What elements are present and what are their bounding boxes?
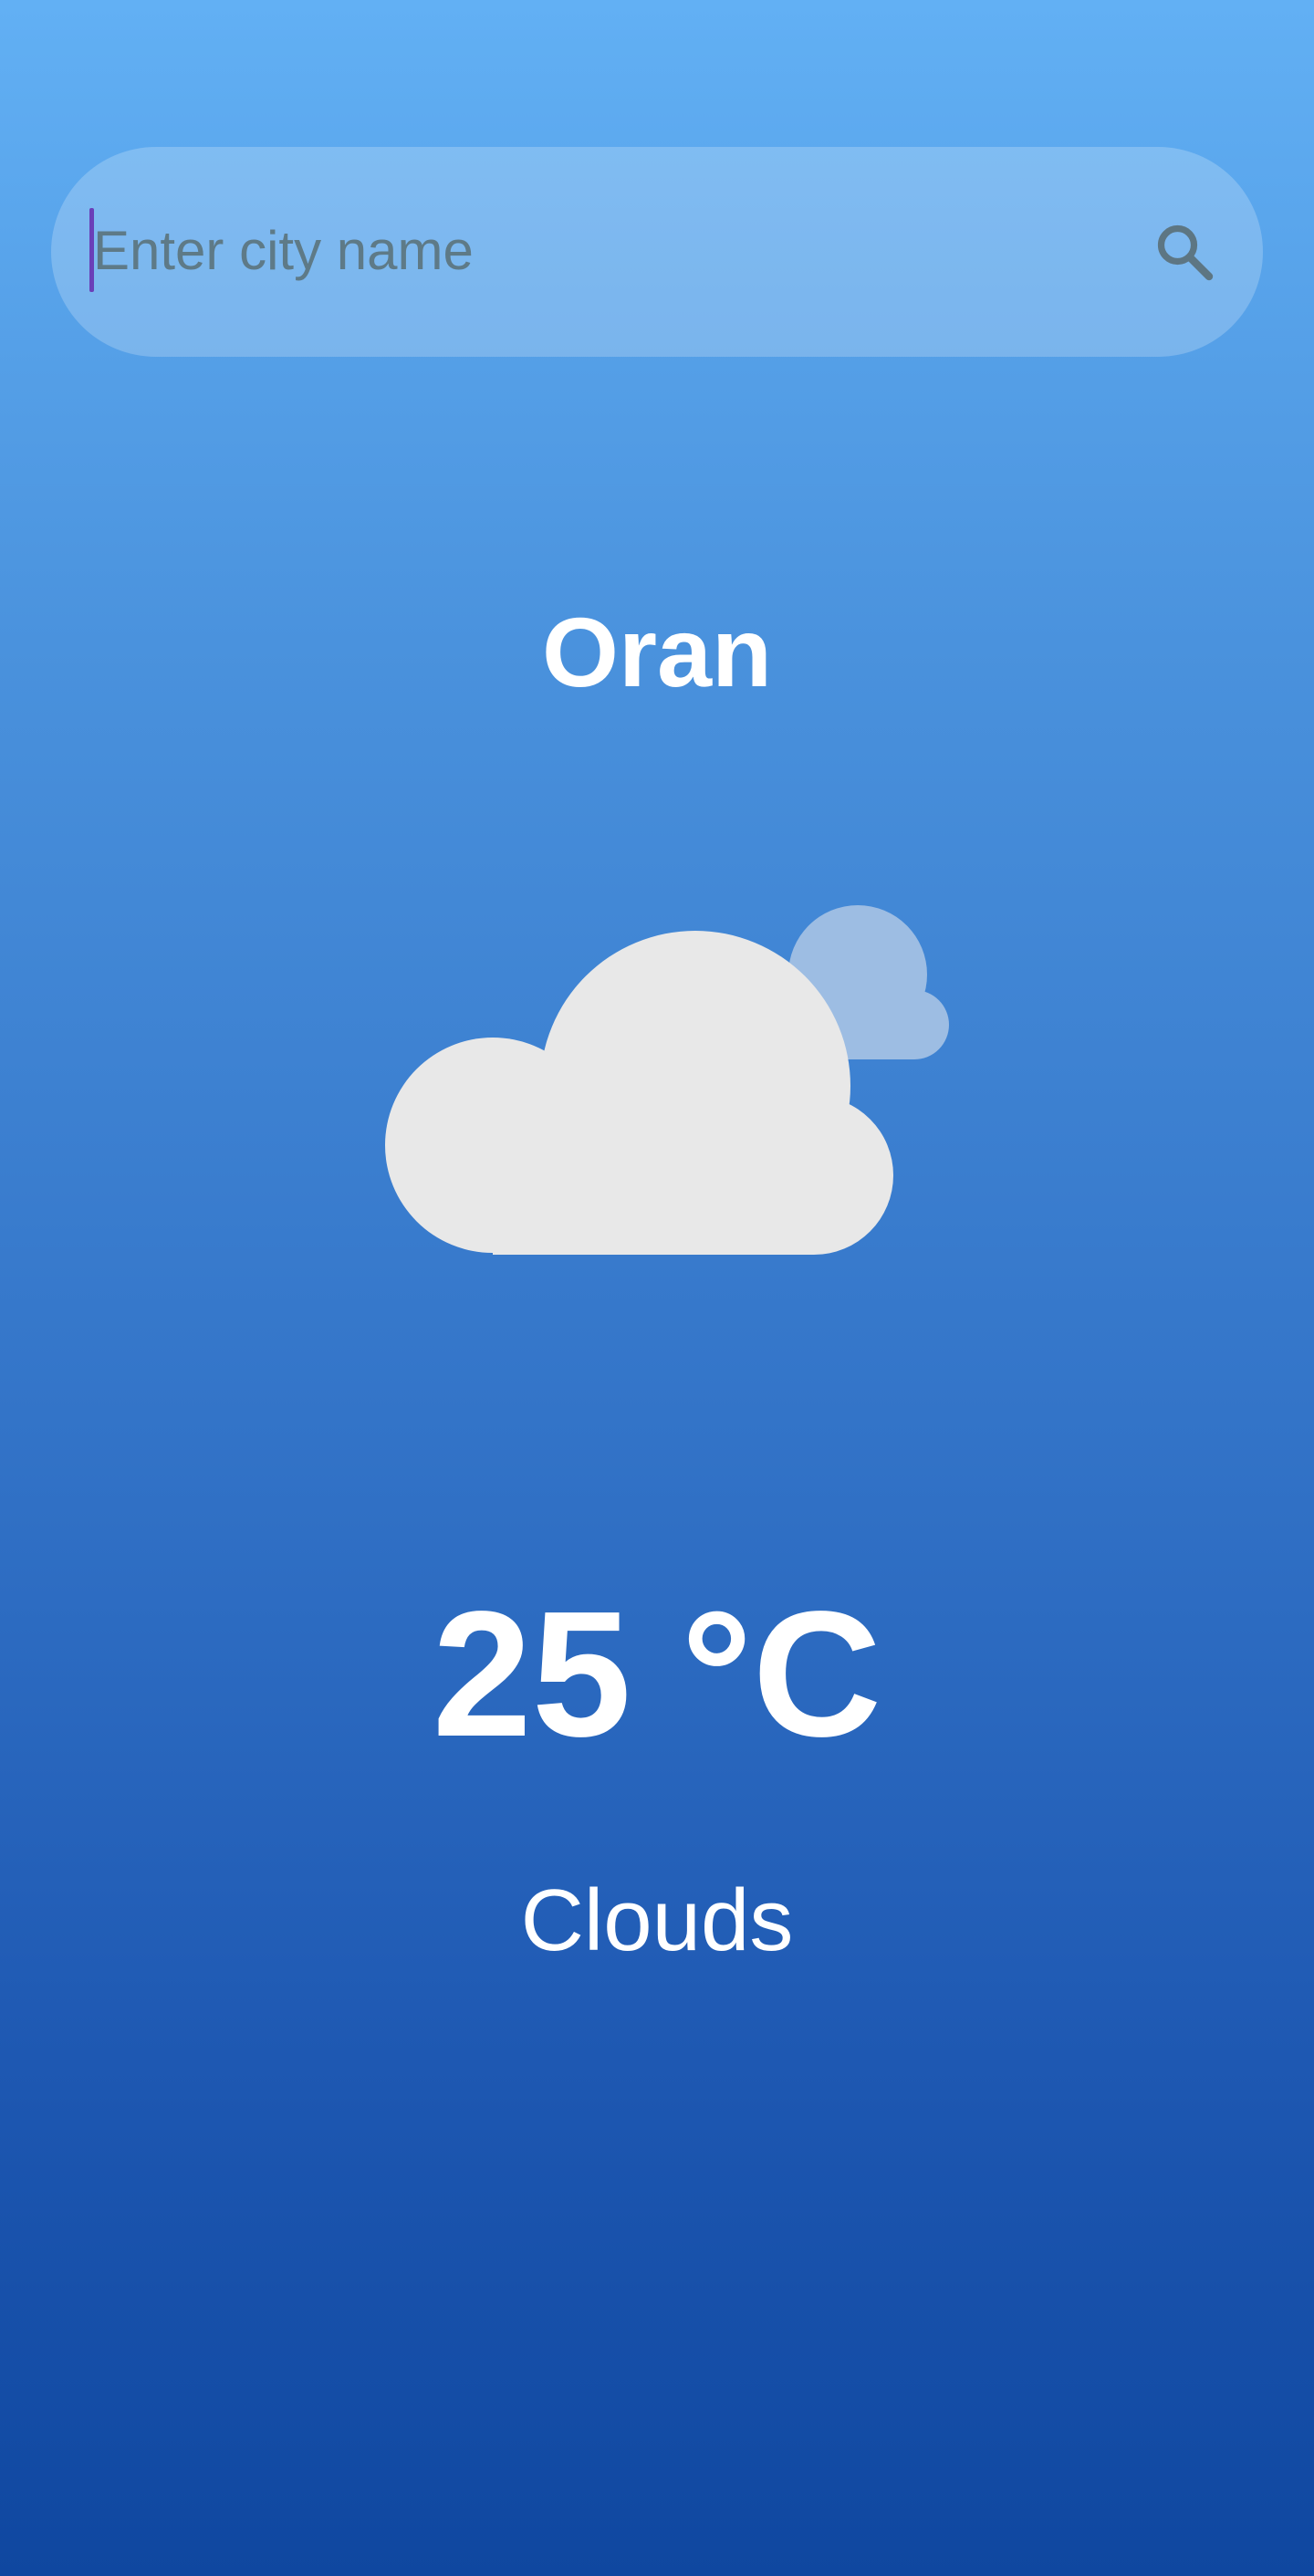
temperature: 25 °C: [432, 1574, 882, 1774]
search-input[interactable]: [93, 203, 1097, 297]
city-name: Oran: [541, 597, 773, 707]
clouds-icon: [374, 903, 958, 1268]
search-icon[interactable]: [1152, 219, 1217, 285]
weather-condition: Clouds: [520, 1872, 794, 1969]
